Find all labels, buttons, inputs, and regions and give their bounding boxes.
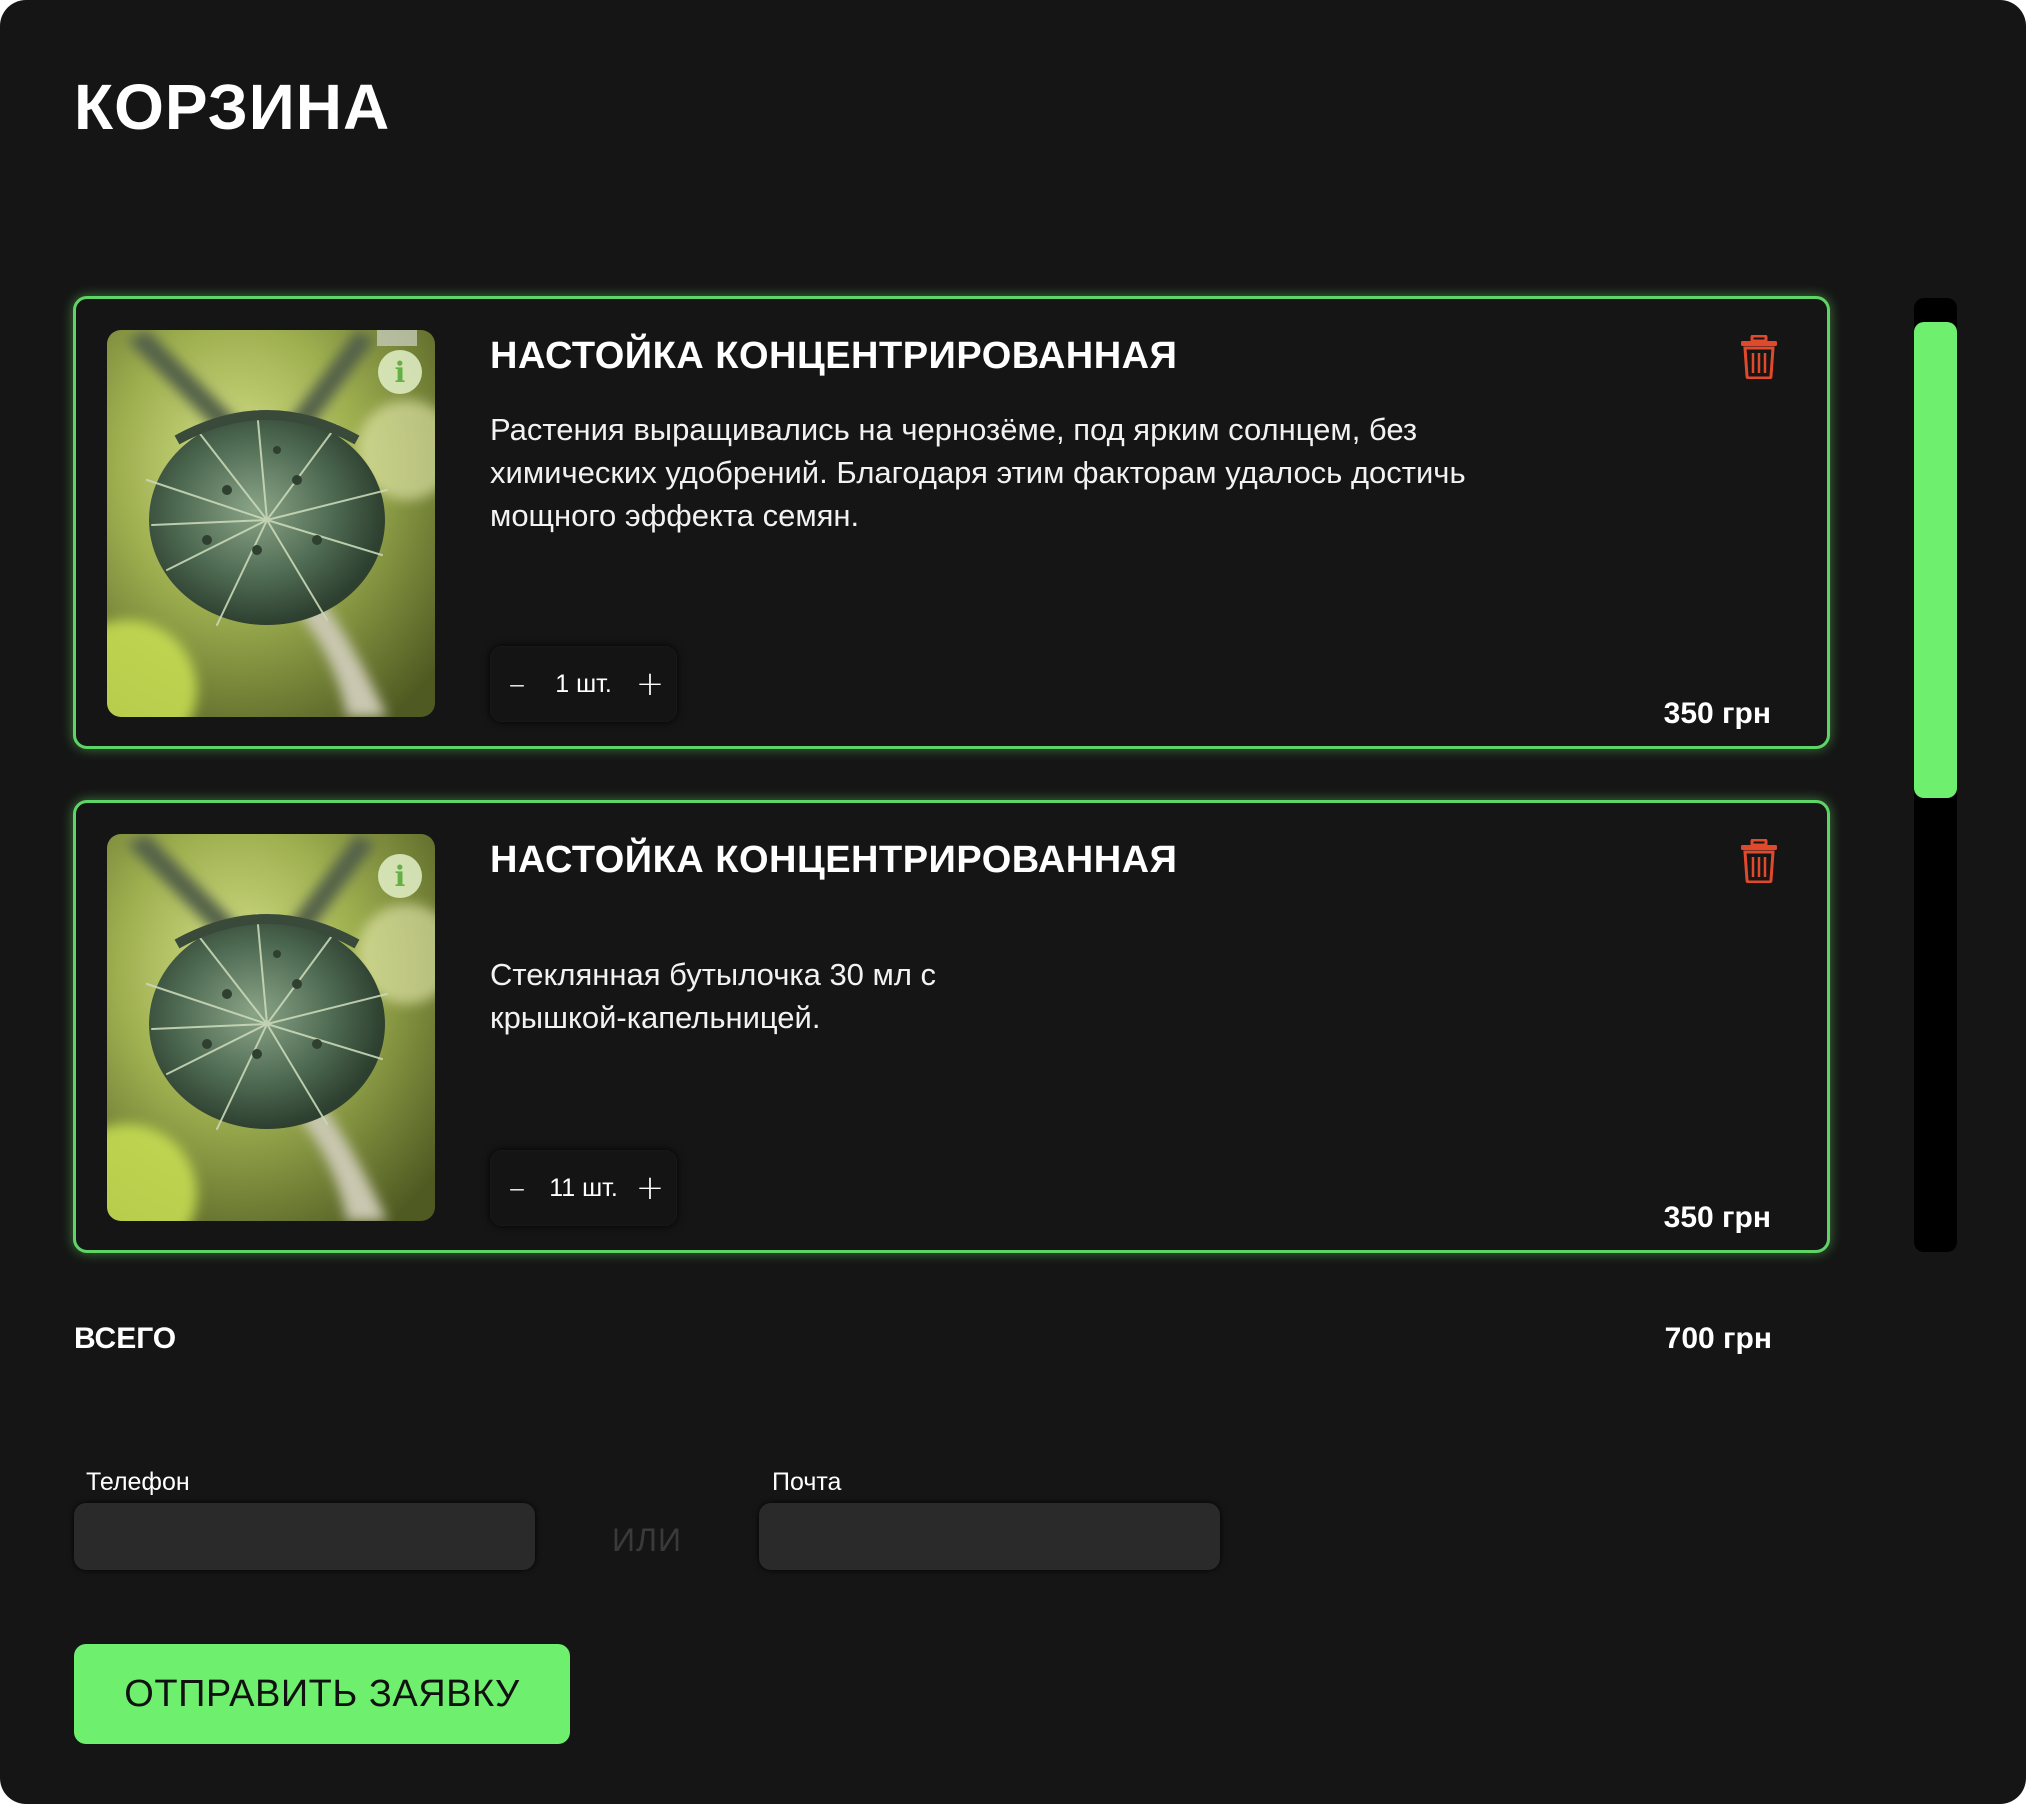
quantity-stepper: – 11 шт. +: [490, 1150, 677, 1226]
phone-input[interactable]: [74, 1503, 535, 1570]
or-separator: ИЛИ: [612, 1522, 682, 1558]
product-image: i: [107, 330, 435, 717]
submit-button[interactable]: ОТПРАВИТЬ ЗАЯВКУ: [74, 1644, 570, 1744]
item-title: НАСТОЙКА КОНЦЕНТРИРОВАННАЯ: [490, 839, 1178, 881]
info-icon[interactable]: i: [378, 854, 422, 898]
cart-item: i НАСТОЙКА КОНЦЕНТРИРОВАННАЯ Растения вы…: [73, 296, 1830, 749]
item-price: 350 грн: [1663, 1201, 1771, 1234]
scrollbar-thumb[interactable]: [1914, 322, 1957, 798]
decrement-button[interactable]: –: [502, 1168, 532, 1208]
total-label: ВСЕГО: [74, 1322, 177, 1355]
cart-item: i НАСТОЙКА КОНЦЕНТРИРОВАННАЯ Стеклянная …: [73, 800, 1830, 1253]
decrement-button[interactable]: –: [502, 664, 532, 704]
increment-button[interactable]: +: [635, 664, 665, 704]
quantity-stepper: – 1 шт. +: [490, 646, 677, 722]
phone-label: Телефон: [86, 1468, 190, 1496]
total-value: 700 грн: [1664, 1322, 1772, 1355]
quantity-value: 1 шт.: [555, 669, 612, 698]
increment-button[interactable]: +: [635, 1168, 665, 1208]
product-image: i: [107, 834, 435, 1221]
info-icon[interactable]: i: [378, 350, 422, 394]
trash-icon[interactable]: [1739, 335, 1779, 379]
item-price: 350 грн: [1663, 697, 1771, 730]
scrollbar-track[interactable]: [1914, 298, 1957, 1252]
page-title: КОРЗИНА: [74, 71, 391, 143]
email-label: Почта: [772, 1468, 842, 1496]
trash-icon[interactable]: [1739, 839, 1779, 883]
item-title: НАСТОЙКА КОНЦЕНТРИРОВАННАЯ: [490, 335, 1178, 377]
item-description: Растения выращивались на чернозёме, под …: [490, 412, 1466, 533]
cart-panel: КОРЗИНА i НАСТОЙКА КОНЦЕНТРИРОВАННАЯ Рас…: [0, 0, 2026, 1804]
email-input[interactable]: [759, 1503, 1220, 1570]
quantity-value: 11 шт.: [549, 1173, 618, 1202]
item-description: Стеклянная бутылочка 30 мл с крышкой-кап…: [490, 957, 937, 1035]
